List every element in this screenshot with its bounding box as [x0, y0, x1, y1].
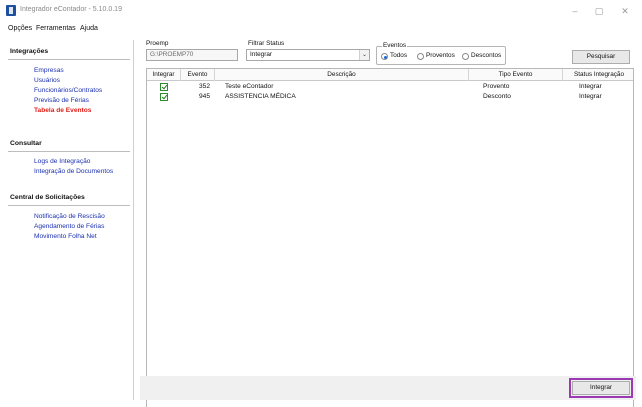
sidebar-item-tabela-eventos[interactable]: Tabela de Eventos — [34, 107, 91, 114]
sidebar-item-agendamento-ferias[interactable]: Agendamento de Férias — [34, 223, 104, 230]
radio-descontos[interactable] — [462, 53, 469, 60]
events-table: Integrar Evento Descrição Tipo Evento St… — [146, 68, 634, 407]
sidebar-item-logs-integracao[interactable]: Logs de Integração — [34, 158, 90, 165]
window-title: Integrador eContador - 5.10.0.19 — [20, 6, 122, 13]
radio-proventos[interactable] — [417, 53, 424, 60]
sidebar-item-movimento-folha-net[interactable]: Movimento Folha Net — [34, 233, 97, 240]
sidebar-item-integracao-documentos[interactable]: Integração de Documentos — [34, 168, 113, 175]
status-filter-select[interactable]: Integrar ⌄ — [246, 49, 370, 61]
app-icon — [6, 5, 16, 16]
sidebar-item-empresas[interactable]: Empresas — [34, 67, 64, 74]
table-row[interactable]: 352 Teste eContador Provento Integrar — [147, 82, 633, 92]
row-integrar-checkbox[interactable] — [160, 93, 168, 101]
search-button[interactable]: Pesquisar — [572, 50, 630, 64]
section-title-central-solicitacoes: Central de Solicitações — [10, 194, 85, 201]
section-title-consultar: Consultar — [10, 140, 42, 147]
sidebar-item-funcionarios-contratos[interactable]: Funcionários/Contratos — [34, 87, 102, 94]
row-tipo-evento: Desconto — [483, 93, 511, 100]
column-header-tipo-evento[interactable]: Tipo Evento — [469, 69, 563, 81]
close-button[interactable]: ✕ — [616, 4, 634, 18]
maximize-button[interactable]: ▢ — [590, 4, 608, 18]
menu-ajuda[interactable]: Ajuda — [80, 25, 98, 32]
eventos-group: Eventos Todos Proventos Descontos — [376, 42, 506, 65]
footer-bar: Integrar — [140, 376, 636, 400]
row-integrar-checkbox[interactable] — [160, 83, 168, 91]
title-bar: Integrador eContador - 5.10.0.19 – ▢ ✕ — [0, 0, 642, 22]
row-status-integracao: Integrar — [579, 83, 602, 90]
radio-todos-label: Todos — [390, 52, 408, 59]
menu-bar: Opções Ferramentas Ajuda — [0, 22, 642, 36]
section-divider — [8, 205, 130, 206]
row-evento: 352 — [199, 83, 211, 90]
table-header: Integrar Evento Descrição Tipo Evento St… — [147, 69, 633, 81]
sidebar-item-notificacao-rescisao[interactable]: Notificação de Rescisão — [34, 213, 105, 220]
section-title-integracoes: Integrações — [10, 48, 49, 55]
column-header-evento[interactable]: Evento — [181, 69, 215, 81]
radio-proventos-label: Proventos — [426, 52, 455, 59]
integrar-button[interactable]: Integrar — [569, 378, 633, 398]
table-row[interactable]: 945 ASSISTENCIA MÉDICA Desconto Integrar — [147, 92, 633, 102]
sidebar: Integrações Empresas Usuários Funcionári… — [6, 40, 134, 400]
row-descricao: ASSISTENCIA MÉDICA — [225, 93, 296, 100]
section-divider — [8, 151, 130, 152]
row-status-integracao: Integrar — [579, 93, 602, 100]
row-evento: 945 — [199, 93, 211, 100]
proemp-field[interactable]: G:\PROEMP70 — [146, 49, 238, 61]
section-divider — [8, 59, 130, 60]
column-header-descricao[interactable]: Descrição — [215, 69, 469, 81]
row-descricao: Teste eContador — [225, 83, 274, 90]
column-header-status-integracao[interactable]: Status Integração — [563, 69, 635, 81]
column-header-integrar[interactable]: Integrar — [147, 69, 181, 81]
status-filter-label: Filtrar Status — [248, 40, 285, 47]
minimize-button[interactable]: – — [566, 4, 584, 18]
sidebar-item-previsao-ferias[interactable]: Previsão de Férias — [34, 97, 89, 104]
menu-ferramentas[interactable]: Ferramentas — [36, 25, 76, 32]
row-tipo-evento: Provento — [483, 83, 510, 90]
radio-todos[interactable] — [381, 53, 388, 60]
chevron-down-icon[interactable]: ⌄ — [359, 50, 369, 60]
menu-opcoes[interactable]: Opções — [8, 25, 32, 32]
eventos-group-label: Eventos — [382, 42, 408, 49]
proemp-label: Proemp — [146, 40, 169, 47]
radio-descontos-label: Descontos — [471, 52, 502, 59]
sidebar-item-usuarios[interactable]: Usuários — [34, 77, 60, 84]
status-filter-value: Integrar — [250, 51, 273, 58]
main-panel: Proemp G:\PROEMP70 Filtrar Status Integr… — [140, 36, 636, 407]
